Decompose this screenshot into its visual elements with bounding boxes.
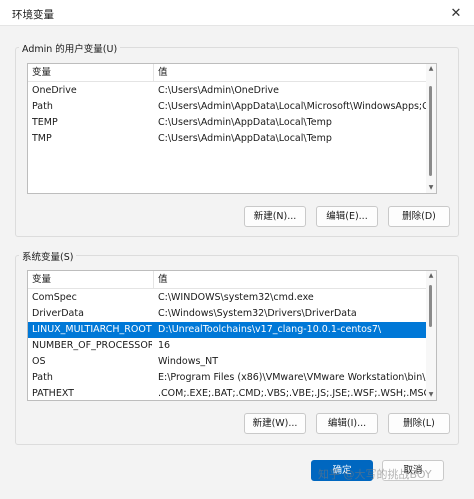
column-header-value[interactable]: 值 xyxy=(154,271,436,289)
close-icon[interactable]: ✕ xyxy=(438,0,474,26)
scrollbar-thumb[interactable] xyxy=(429,86,432,176)
variable-value: C:\Users\Admin\AppData\Local\Microsoft\W… xyxy=(158,101,426,112)
variable-value: D:\UnrealToolchains\v17_clang-10.0.1-cen… xyxy=(158,324,382,335)
variable-name: Path xyxy=(32,372,53,383)
variable-value: .COM;.EXE;.BAT;.CMD;.VBS;.VBE;.JS;.JSE;.… xyxy=(158,388,426,399)
scroll-up-icon[interactable]: ▲ xyxy=(426,64,436,74)
variable-value: C:\Windows\System32\Drivers\DriverData xyxy=(158,308,357,319)
variable-value: C:\WINDOWS\system32\cmd.exe xyxy=(158,292,314,303)
variable-name: DriverData xyxy=(32,308,84,319)
system-delete-button[interactable]: 删除(L) xyxy=(388,413,450,434)
user-new-button[interactable]: 新建(N)... xyxy=(244,206,306,227)
column-header-variable[interactable]: 变量 xyxy=(28,271,154,289)
list-item[interactable]: Path E:\Program Files (x86)\VMware\VMwar… xyxy=(28,370,426,386)
variable-name: PATHEXT xyxy=(32,388,74,399)
variable-value: E:\Program Files (x86)\VMware\VMware Wor… xyxy=(158,372,426,383)
user-variables-list[interactable]: 变量 值 OneDrive C:\Users\Admin\OneDrive Pa… xyxy=(27,63,437,194)
variable-name: NUMBER_OF_PROCESSORS xyxy=(32,340,152,351)
variable-name: TEMP xyxy=(32,117,58,128)
list-item[interactable]: OneDrive C:\Users\Admin\OneDrive xyxy=(28,83,426,99)
variable-value: C:\Users\Admin\AppData\Local\Temp xyxy=(158,133,332,144)
variable-value: Windows_NT xyxy=(158,356,219,367)
list-item[interactable]: TMP C:\Users\Admin\AppData\Local\Temp xyxy=(28,131,426,147)
scroll-down-icon[interactable]: ▼ xyxy=(426,183,436,193)
window-title: 环境变量 xyxy=(12,9,54,21)
vertical-scrollbar[interactable]: ▲ ▼ xyxy=(426,271,436,400)
scroll-down-icon[interactable]: ▼ xyxy=(426,390,436,400)
list-item[interactable]: PATHEXT .COM;.EXE;.BAT;.CMD;.VBS;.VBE;.J… xyxy=(28,386,426,400)
variable-name: TMP xyxy=(32,133,52,144)
user-variables-label: Admin 的用户变量(U) xyxy=(19,41,121,55)
variable-name: Path xyxy=(32,101,53,112)
system-edit-button[interactable]: 编辑(I)... xyxy=(316,413,378,434)
variable-value: C:\Users\Admin\AppData\Local\Temp xyxy=(158,117,332,128)
variable-name: OS xyxy=(32,356,46,367)
watermark: 知乎 @大写的挑战BOY xyxy=(318,468,432,481)
list-item[interactable]: NUMBER_OF_PROCESSORS 16 xyxy=(28,338,426,354)
list-item[interactable]: TEMP C:\Users\Admin\AppData\Local\Temp xyxy=(28,115,426,131)
list-item[interactable]: Path C:\Users\Admin\AppData\Local\Micros… xyxy=(28,99,426,115)
title-bar: 环境变量 ✕ xyxy=(0,0,474,26)
scrollbar-thumb[interactable] xyxy=(429,285,432,327)
environment-variables-dialog: 环境变量 ✕ Admin 的用户变量(U) 变量 值 OneDrive C:\U… xyxy=(0,0,474,499)
user-edit-button[interactable]: 编辑(E)... xyxy=(316,206,378,227)
variable-name: LINUX_MULTIARCH_ROOT xyxy=(32,324,152,335)
system-variables-label: 系统变量(S) xyxy=(19,249,77,263)
list-header: 变量 值 xyxy=(28,271,428,289)
variable-name: OneDrive xyxy=(32,85,77,96)
variable-name: ComSpec xyxy=(32,292,77,303)
list-item[interactable]: OS Windows_NT xyxy=(28,354,426,370)
scroll-up-icon[interactable]: ▲ xyxy=(426,271,436,281)
list-item[interactable]: DriverData C:\Windows\System32\Drivers\D… xyxy=(28,306,426,322)
system-variables-list[interactable]: 变量 值 ComSpec C:\WINDOWS\system32\cmd.exe… xyxy=(27,270,437,401)
list-item-selected[interactable]: LINUX_MULTIARCH_ROOT D:\UnrealToolchains… xyxy=(28,322,426,338)
column-header-value[interactable]: 值 xyxy=(154,64,436,82)
user-delete-button[interactable]: 删除(D) xyxy=(388,206,450,227)
system-new-button[interactable]: 新建(W)... xyxy=(244,413,306,434)
variable-value: C:\Users\Admin\OneDrive xyxy=(158,85,279,96)
column-header-variable[interactable]: 变量 xyxy=(28,64,154,82)
list-item[interactable]: ComSpec C:\WINDOWS\system32\cmd.exe xyxy=(28,290,426,306)
variable-value: 16 xyxy=(158,340,171,351)
list-header: 变量 值 xyxy=(28,64,428,82)
vertical-scrollbar[interactable]: ▲ ▼ xyxy=(426,64,436,193)
